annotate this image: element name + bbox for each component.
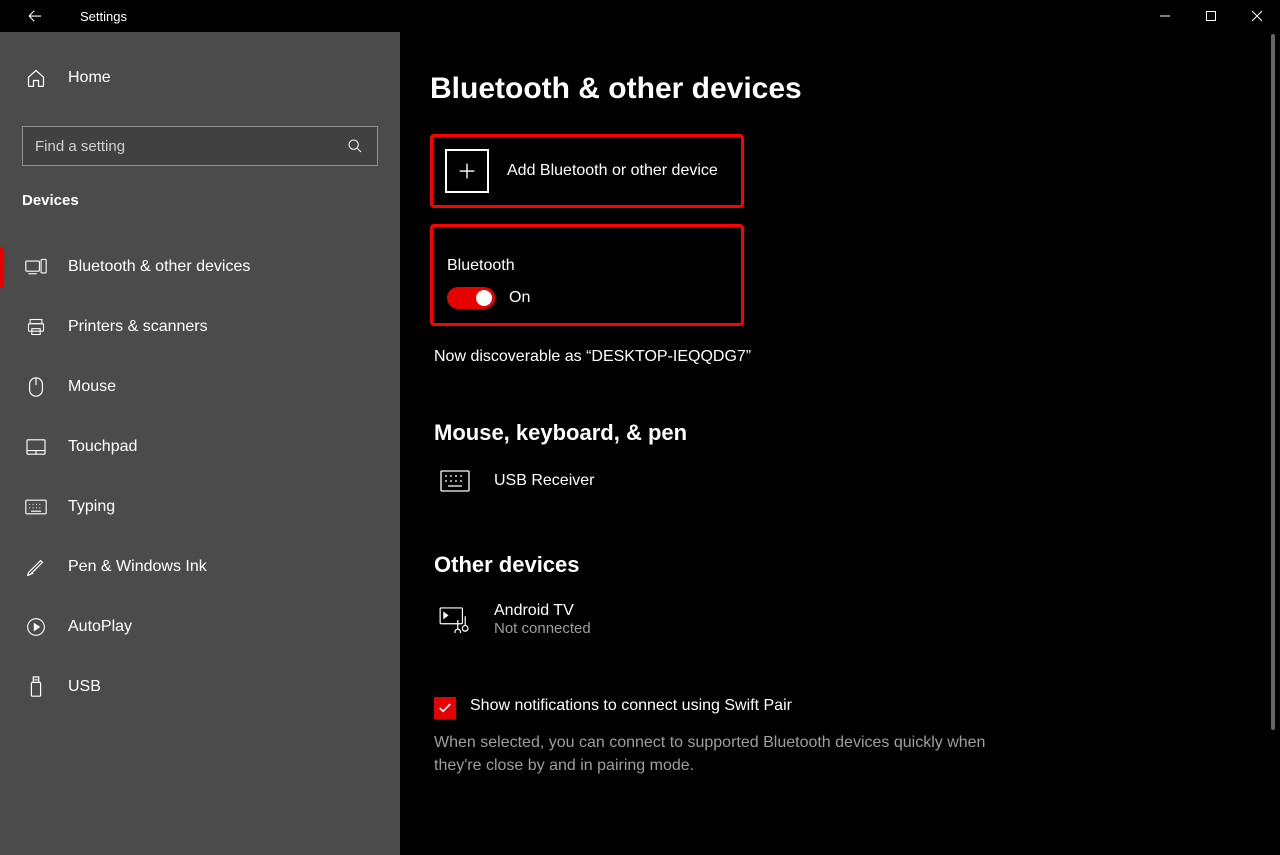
content-area: Bluetooth & other devices Add Bluetooth … <box>400 32 1280 855</box>
nav-item-touchpad[interactable]: Touchpad <box>0 417 400 477</box>
autoplay-icon <box>22 617 50 637</box>
pen-icon <box>22 556 50 578</box>
device-name: Android TV <box>494 602 591 620</box>
scrollbar[interactable] <box>1268 34 1278 853</box>
section-heading-other: Other devices <box>434 552 1280 578</box>
nav-item-label: Mouse <box>68 378 116 396</box>
nav-item-label: Printers & scanners <box>68 318 208 336</box>
nav-item-mouse[interactable]: Mouse <box>0 357 400 417</box>
highlight-add-device: Add Bluetooth or other device <box>430 134 744 208</box>
bluetooth-state-label: On <box>509 289 530 307</box>
search-box[interactable] <box>22 126 378 166</box>
plus-icon <box>445 149 489 193</box>
home-label: Home <box>68 69 111 87</box>
section-heading-mouse: Mouse, keyboard, & pen <box>434 420 1280 446</box>
usb-icon <box>22 676 50 698</box>
nav-item-pen[interactable]: Pen & Windows Ink <box>0 537 400 597</box>
minimize-button[interactable] <box>1142 0 1188 32</box>
nav-item-label: USB <box>68 678 101 696</box>
nav-item-label: Pen & Windows Ink <box>68 558 207 576</box>
media-device-icon <box>434 607 476 633</box>
nav-item-autoplay[interactable]: AutoPlay <box>0 597 400 657</box>
nav-item-label: Typing <box>68 498 115 516</box>
device-row-android-tv[interactable]: Android TV Not connected <box>430 596 1280 643</box>
nav-item-typing[interactable]: Typing <box>0 477 400 537</box>
close-button[interactable] <box>1234 0 1280 32</box>
bluetooth-label: Bluetooth <box>447 257 727 275</box>
keyboard-icon <box>434 470 476 492</box>
maximize-button[interactable] <box>1188 0 1234 32</box>
keyboard-icon <box>22 499 50 515</box>
nav-item-label: Bluetooth & other devices <box>68 258 250 276</box>
home-button[interactable]: Home <box>22 56 378 100</box>
printer-icon <box>22 317 50 337</box>
device-status: Not connected <box>494 620 591 637</box>
home-icon <box>22 68 50 88</box>
swift-pair-description: When selected, you can connect to suppor… <box>434 731 994 777</box>
search-icon <box>345 138 365 154</box>
nav-item-label: Touchpad <box>68 438 137 456</box>
sidebar: Home Devices Bluetooth & other devices <box>0 32 400 855</box>
swift-pair-label: Show notifications to connect using Swif… <box>470 697 792 715</box>
nav-item-label: AutoPlay <box>68 618 132 636</box>
nav-item-printers[interactable]: Printers & scanners <box>0 297 400 357</box>
search-input[interactable] <box>35 138 345 155</box>
mouse-icon <box>22 376 50 398</box>
discoverable-text: Now discoverable as “DESKTOP-IEQQDG7” <box>434 348 1280 366</box>
add-device-button[interactable]: Add Bluetooth or other device <box>437 141 737 201</box>
device-name: USB Receiver <box>494 472 594 490</box>
add-device-label: Add Bluetooth or other device <box>507 162 718 180</box>
page-title: Bluetooth & other devices <box>430 72 1280 106</box>
category-title: Devices <box>22 192 378 209</box>
nav-item-usb[interactable]: USB <box>0 657 400 717</box>
back-button[interactable] <box>20 1 50 31</box>
swift-pair-checkbox[interactable] <box>434 697 456 719</box>
title-bar: Settings <box>0 0 1280 32</box>
bluetooth-toggle[interactable] <box>447 287 495 309</box>
device-row-usb-receiver[interactable]: USB Receiver <box>430 464 1280 498</box>
devices-icon <box>22 258 50 276</box>
touchpad-icon <box>22 438 50 456</box>
app-title: Settings <box>80 9 127 24</box>
highlight-bluetooth-toggle: Bluetooth On <box>430 224 744 326</box>
nav-item-bluetooth[interactable]: Bluetooth & other devices <box>0 237 400 297</box>
